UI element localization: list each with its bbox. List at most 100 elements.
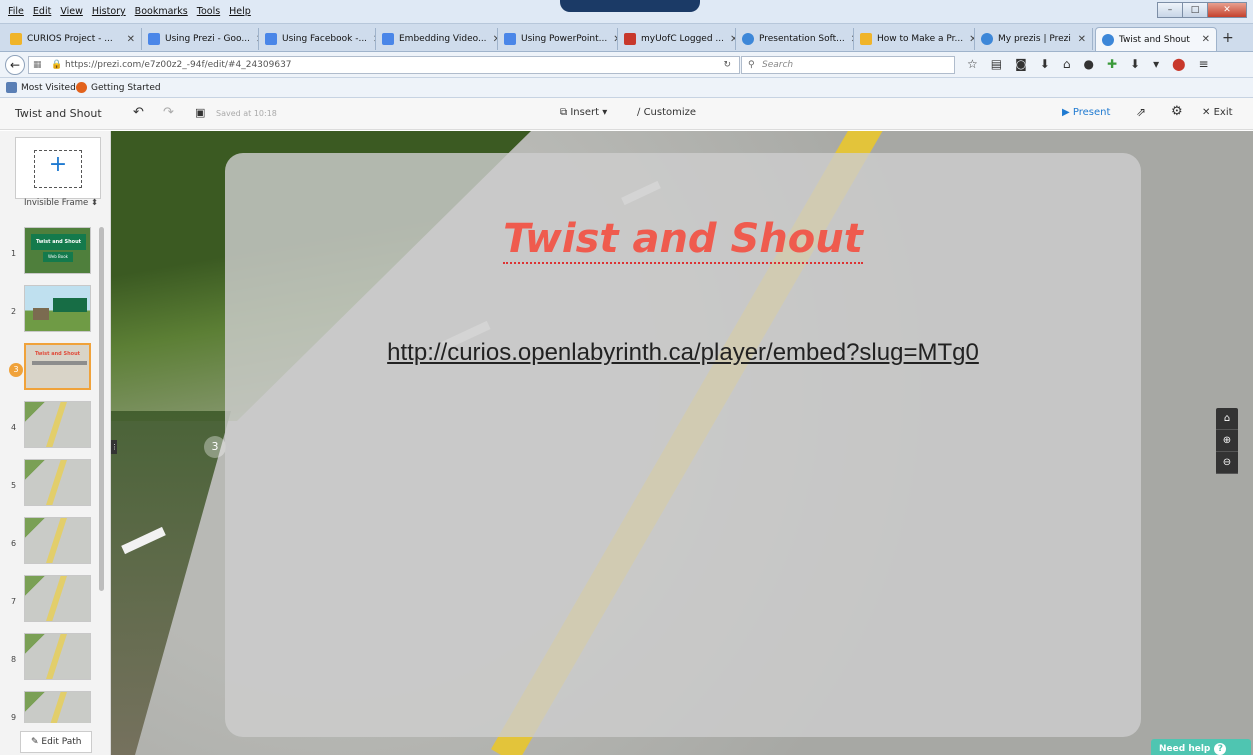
close-icon[interactable]: ✕: [1072, 34, 1086, 45]
maximize-button[interactable]: □: [1182, 2, 1208, 18]
minimize-button[interactable]: –: [1157, 2, 1183, 18]
close-icon[interactable]: ✕: [724, 34, 735, 45]
path-step-number[interactable]: 3: [204, 436, 226, 458]
back-button[interactable]: ←: [5, 55, 25, 75]
slide-frame[interactable]: Twist and Shout http://curios.openlabyri…: [225, 153, 1141, 737]
site-info-icon[interactable]: ▦: [33, 57, 42, 73]
slide-preview: [24, 459, 91, 506]
slide-thumbnail[interactable]: 7: [0, 571, 100, 627]
new-tab-button[interactable]: +: [1222, 30, 1234, 46]
slide-thumbnail[interactable]: 6: [0, 513, 100, 569]
extension-icon[interactable]: ✚: [1107, 57, 1117, 71]
search-icon: ⚲: [748, 60, 755, 70]
menu-bar: File Edit View History Bookmarks Tools H…: [0, 0, 1253, 24]
saved-status: Saved at 10:18: [216, 109, 277, 118]
slide-number: 4: [11, 423, 17, 432]
tab-curios-project[interactable]: CURIOS Project - ... ✕: [4, 28, 142, 50]
bookmark-star-icon[interactable]: ☆: [967, 57, 978, 71]
tab-my-prezis[interactable]: My prezis | Prezi ✕: [975, 28, 1093, 50]
slide-list-scrollbar[interactable]: [99, 227, 104, 591]
reload-icon[interactable]: ↻: [723, 57, 731, 73]
tab-embedding-video[interactable]: Embedding Video... ✕: [376, 28, 498, 50]
exit-button[interactable]: ✕ Exit: [1202, 107, 1233, 118]
close-icon[interactable]: ✕: [487, 34, 497, 45]
close-icon[interactable]: ✕: [963, 34, 974, 45]
download-icon[interactable]: ⬇: [1040, 57, 1050, 71]
tab-label: How to Make a Pr...: [877, 34, 964, 44]
url-bar[interactable]: ▦ 🔒 https://prezi.com/e7z00z2_-94f/edit/…: [28, 56, 740, 74]
tab-twist-and-shout[interactable]: Twist and Shout ✕: [1095, 27, 1217, 51]
adblock-icon[interactable]: ⬤: [1172, 57, 1185, 71]
slide-thumbnail[interactable]: 8: [0, 629, 100, 685]
menu-file[interactable]: File: [8, 6, 24, 17]
close-icon[interactable]: ✕: [845, 34, 853, 45]
search-input[interactable]: ⚲ Search: [741, 56, 955, 74]
share-icon[interactable]: ⇗: [1136, 105, 1146, 119]
redo-icon[interactable]: ↷: [163, 105, 174, 120]
slide-thumbnail[interactable]: 4: [0, 397, 100, 453]
search-placeholder: Search: [762, 60, 794, 70]
tab-label: Using Facebook -...: [282, 34, 368, 44]
presentation-title[interactable]: Twist and Shout: [15, 107, 102, 120]
download-arrow-icon[interactable]: ⬇: [1130, 57, 1140, 71]
window-controls: – □ ✕: [1157, 2, 1247, 18]
tab-using-facebook[interactable]: Using Facebook -... ✕: [259, 28, 376, 50]
menu-bookmarks[interactable]: Bookmarks: [135, 6, 188, 17]
chat-icon[interactable]: ●: [1083, 57, 1093, 71]
slide-thumbnail[interactable]: 1 Twist and Shout Web Book: [0, 223, 100, 279]
chevron-down-icon[interactable]: ▾: [1153, 57, 1159, 71]
frame-title[interactable]: Twist and Shout: [225, 216, 1141, 264]
tab-myuofc[interactable]: myUofC Logged ... ✕: [618, 28, 736, 50]
menu-view[interactable]: View: [60, 6, 83, 17]
edit-path-button[interactable]: ✎ Edit Path: [20, 731, 92, 753]
need-help-button[interactable]: Need help?: [1151, 739, 1251, 755]
slide-thumbnail[interactable]: 2: [0, 281, 100, 337]
home-icon[interactable]: ⌂: [1216, 408, 1238, 430]
zoom-in-icon[interactable]: ⊕: [1216, 430, 1238, 452]
save-icon[interactable]: ▣: [195, 106, 205, 119]
menu-help[interactable]: Help: [229, 6, 251, 17]
close-icon[interactable]: ✕: [121, 34, 135, 45]
menu-tools[interactable]: Tools: [197, 6, 220, 17]
insert-button[interactable]: ⧉ Insert ▾: [560, 107, 607, 118]
menu-history[interactable]: History: [92, 6, 126, 17]
prezi-toolbar: Twist and Shout ↶ ↷ ▣ Saved at 10:18 ⧉ I…: [0, 98, 1253, 130]
close-icon[interactable]: ✕: [250, 34, 258, 45]
gear-icon[interactable]: ⚙: [1171, 104, 1183, 119]
grass-background-lower: [111, 411, 231, 755]
customize-button[interactable]: ∕ Customize: [637, 107, 696, 118]
tab-using-powerpoint[interactable]: Using PowerPoint... ✕: [498, 28, 618, 50]
reading-list-icon[interactable]: ▤: [991, 57, 1002, 71]
zoom-out-icon[interactable]: ⊖: [1216, 452, 1238, 474]
add-frame-button[interactable]: +: [15, 137, 101, 199]
close-icon[interactable]: ✕: [607, 34, 617, 45]
undo-icon[interactable]: ↶: [133, 105, 144, 120]
tab-presentation-software[interactable]: Presentation Soft... ✕: [736, 28, 854, 50]
frame-type-select[interactable]: Invisible Frame ⬍: [24, 198, 98, 208]
exit-label: Exit: [1213, 107, 1233, 118]
slide-preview: [24, 691, 91, 723]
slide-thumbnail[interactable]: 9: [0, 687, 100, 723]
tab-how-to-make[interactable]: How to Make a Pr... ✕: [854, 28, 975, 50]
frame-url-link[interactable]: http://curios.openlabyrinth.ca/player/em…: [225, 339, 1141, 367]
bookmark-getting-started[interactable]: Getting Started: [76, 82, 161, 93]
tab-using-prezi[interactable]: Using Prezi - Goo... ✕: [142, 28, 259, 50]
menu-edit[interactable]: Edit: [33, 6, 51, 17]
slide-thumbnail-active[interactable]: 3 Twist and Shout: [0, 339, 100, 395]
close-icon[interactable]: ✕: [1196, 34, 1210, 45]
pocket-icon[interactable]: ◙: [1015, 57, 1027, 71]
home-icon[interactable]: ⌂: [1063, 57, 1071, 71]
bookmark-most-visited[interactable]: Most Visited: [6, 82, 76, 93]
need-help-label: Need help: [1159, 744, 1211, 754]
close-window-button[interactable]: ✕: [1207, 2, 1247, 18]
slide-preview: Twist and Shout Web Book: [24, 227, 91, 274]
chevron-updown-icon: ⬍: [90, 198, 99, 208]
slide-preview: [24, 575, 91, 622]
hamburger-menu-icon[interactable]: ≡: [1199, 57, 1209, 71]
close-icon[interactable]: ✕: [367, 34, 375, 45]
presentation-canvas[interactable]: ⋮ 3 Twist and Shout http://curios.openla…: [111, 131, 1253, 755]
slide-thumbnail[interactable]: 5: [0, 455, 100, 511]
panel-toggle-handle[interactable]: ⋮: [111, 440, 118, 454]
tab-label: Using Prezi - Goo...: [165, 34, 250, 44]
present-button[interactable]: ▶ Present: [1062, 107, 1110, 118]
